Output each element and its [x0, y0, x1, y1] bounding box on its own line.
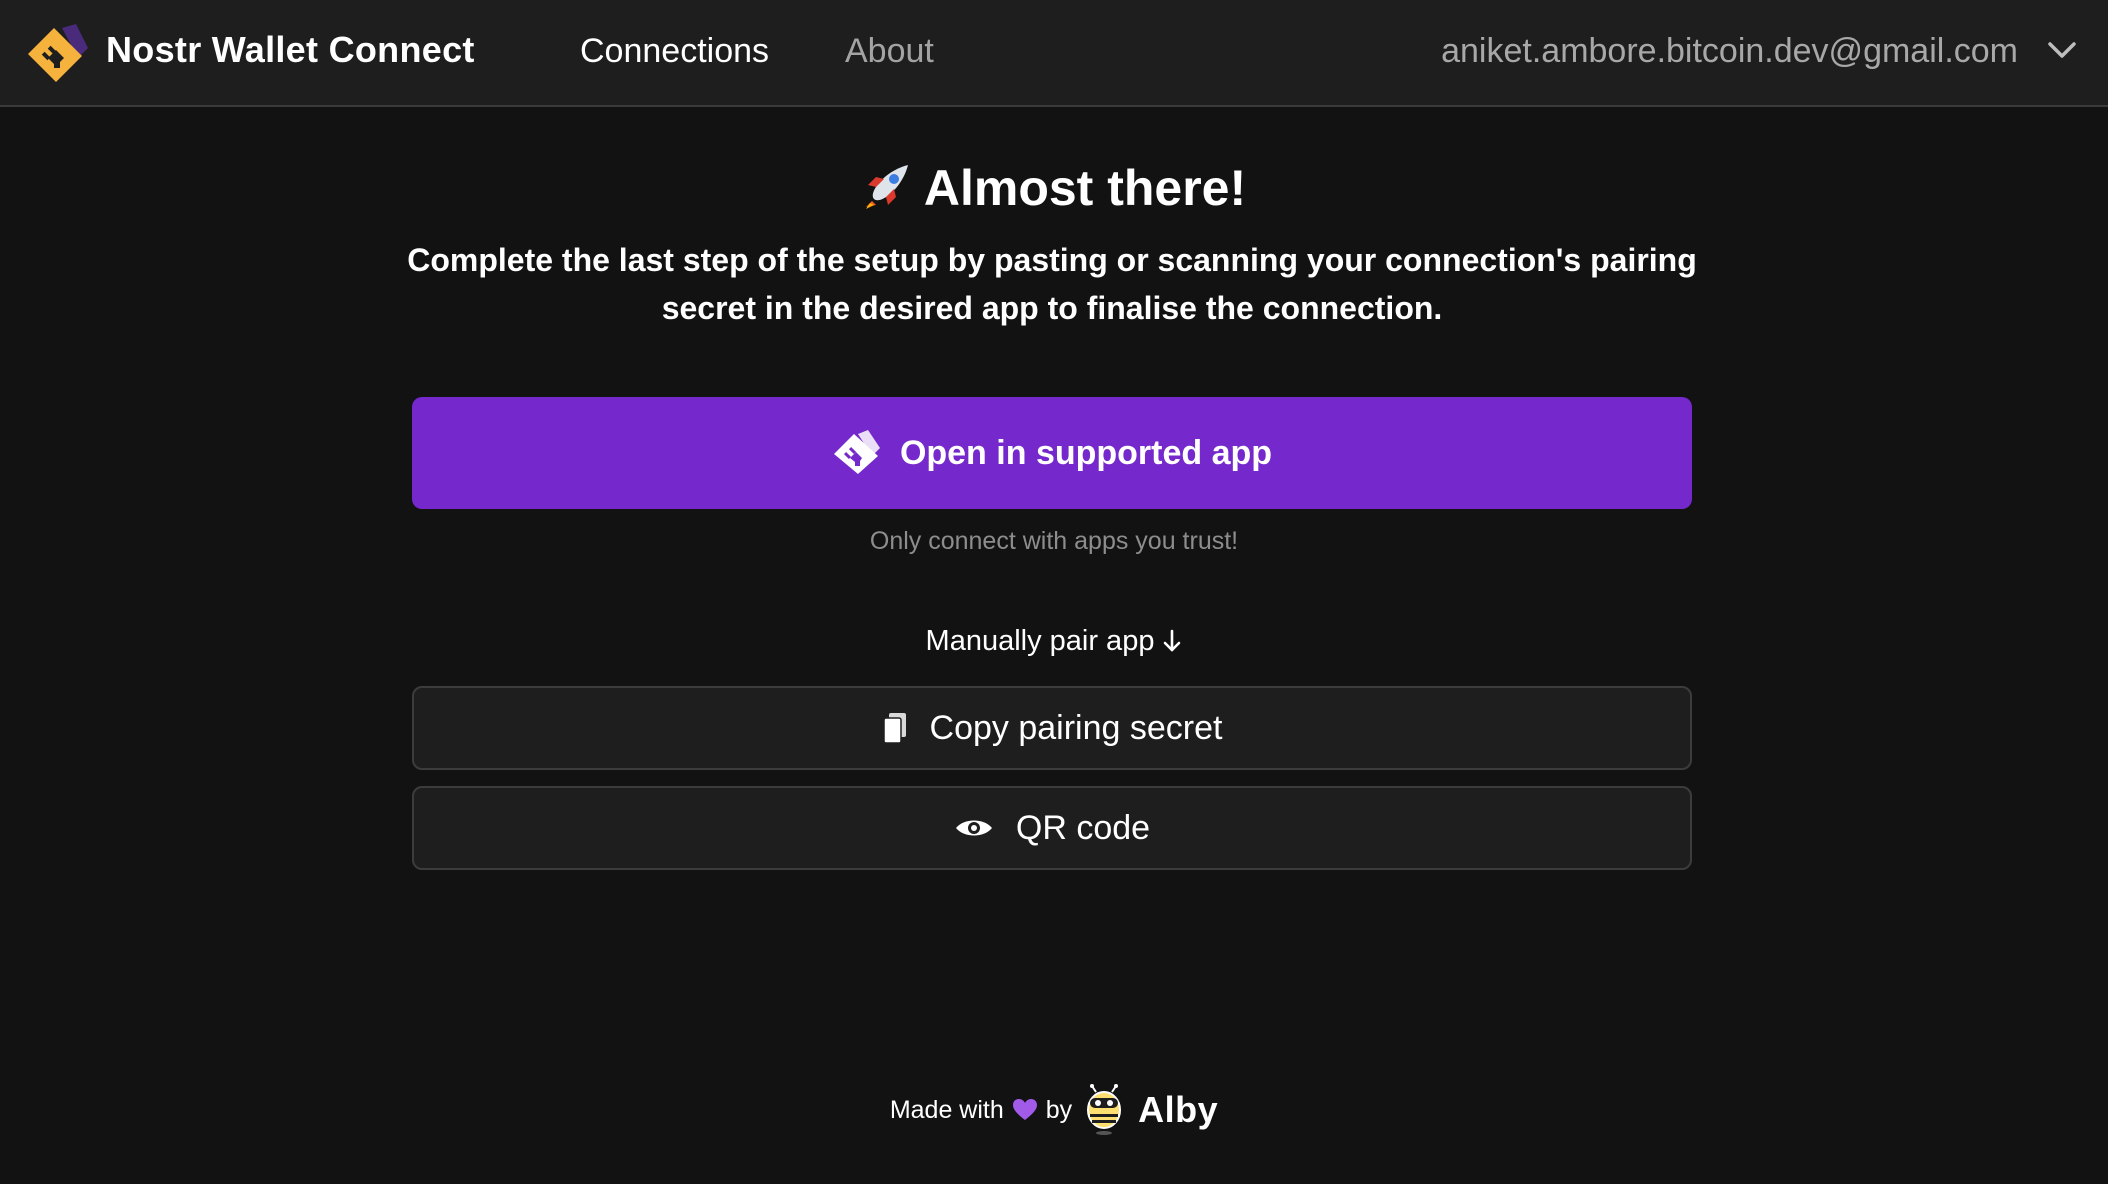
trust-warning: Only connect with apps you trust!	[869, 527, 1239, 555]
nwc-logo-icon[interactable]	[26, 24, 92, 84]
nav-connections[interactable]: Connections	[580, 29, 769, 73]
eye-icon	[955, 820, 992, 836]
page-title-row: Almost there!	[0, 158, 2108, 218]
copy-pairing-secret-button[interactable]: Copy pairing secret	[412, 686, 1692, 770]
alby-bee-icon[interactable]	[1084, 1084, 1124, 1136]
nav-about[interactable]: About	[845, 29, 934, 73]
footer: Made with by Alby	[0, 1083, 2108, 1137]
nwc-logo-icon	[833, 430, 880, 474]
arrow-down-icon	[1164, 629, 1181, 652]
manual-pair-label: Manually pair app	[925, 625, 1155, 657]
chevron-down-icon[interactable]	[2046, 38, 2078, 62]
account-email[interactable]: aniket.ambore.bitcoin.dev@gmail.com	[1441, 29, 2018, 73]
brand-title[interactable]: Nostr Wallet Connect	[106, 26, 475, 74]
top-navbar: Nostr Wallet Connect Connections About a…	[0, 0, 2108, 107]
page-title: Almost there!	[923, 160, 1247, 216]
footer-made-with: Made with	[889, 1095, 1004, 1124]
footer-alby-brand[interactable]: Alby	[1138, 1089, 1218, 1131]
open-in-app-label: Open in supported app	[899, 433, 1273, 472]
qr-code-button[interactable]: QR code	[412, 786, 1692, 870]
copy-icon	[882, 713, 906, 744]
footer-by: by	[1045, 1095, 1073, 1124]
manual-pair-toggle[interactable]: Manually pair app	[0, 622, 2108, 660]
qr-code-label: QR code	[1015, 808, 1151, 847]
purple-heart-icon	[1012, 1099, 1037, 1120]
open-in-app-button[interactable]: Open in supported app	[412, 397, 1692, 509]
copy-pairing-secret-label: Copy pairing secret	[929, 708, 1223, 747]
rocket-icon	[862, 161, 912, 211]
setup-instructions: Complete the last step of the setup by p…	[407, 242, 1697, 326]
